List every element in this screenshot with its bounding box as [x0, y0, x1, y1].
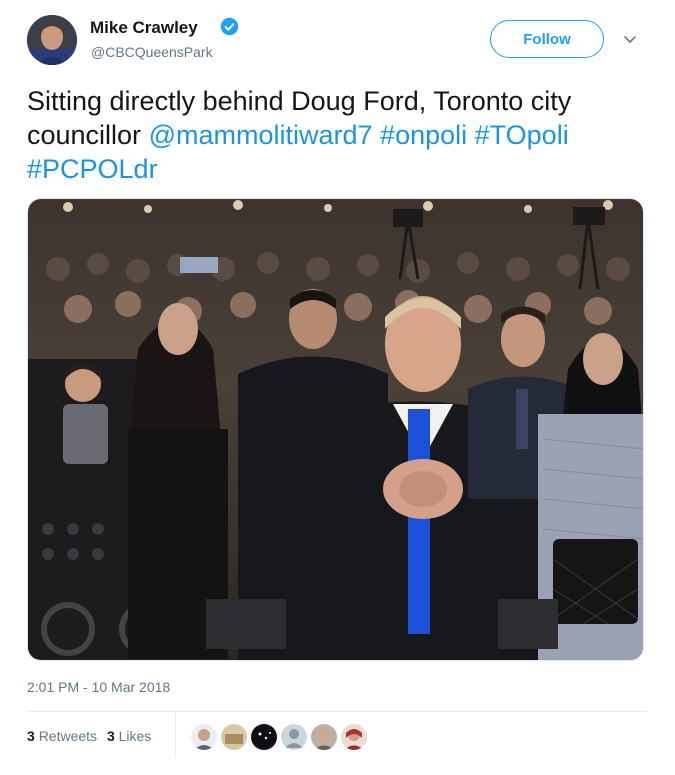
liker-avatar-default[interactable] [280, 723, 308, 751]
divider [27, 711, 647, 712]
tweet-photo[interactable] [27, 198, 644, 661]
verified-badge-icon [220, 17, 239, 36]
liker-avatar[interactable] [190, 723, 218, 751]
follow-button[interactable]: Follow [490, 20, 604, 58]
tweet-timestamp[interactable]: 2:01 PM - 10 Mar 2018 [27, 679, 170, 695]
author-handle[interactable]: @CBCQueensPark [91, 44, 213, 60]
hashtag-link[interactable]: #TOpoli [475, 120, 569, 150]
retweets-stat[interactable]: 3 Retweets [27, 728, 97, 744]
tweet-stats: 3 Retweets 3 Likes [27, 728, 157, 744]
likes-label: Likes [118, 728, 152, 744]
tweet-text: Sitting directly behind Doug Ford, Toron… [27, 84, 647, 186]
hashtag-link[interactable]: #PCPOLdr [27, 154, 158, 184]
stats-separator [175, 712, 176, 758]
likes-count: 3 [106, 728, 115, 744]
chevron-down-icon[interactable] [621, 30, 639, 48]
liker-avatar[interactable] [310, 723, 338, 751]
author-avatar[interactable] [27, 15, 77, 65]
mention-link[interactable]: @mammolitiward7 [149, 120, 373, 150]
liker-avatar[interactable] [340, 723, 368, 751]
retweets-label: Retweets [38, 728, 98, 744]
liker-avatar[interactable] [220, 723, 248, 751]
liker-avatar[interactable] [250, 723, 278, 751]
author-name[interactable]: Mike Crawley [90, 18, 198, 38]
likes-stat[interactable]: 3 Likes [107, 728, 151, 744]
hashtag-link[interactable]: #onpoli [380, 120, 467, 150]
retweets-count: 3 [27, 728, 35, 744]
